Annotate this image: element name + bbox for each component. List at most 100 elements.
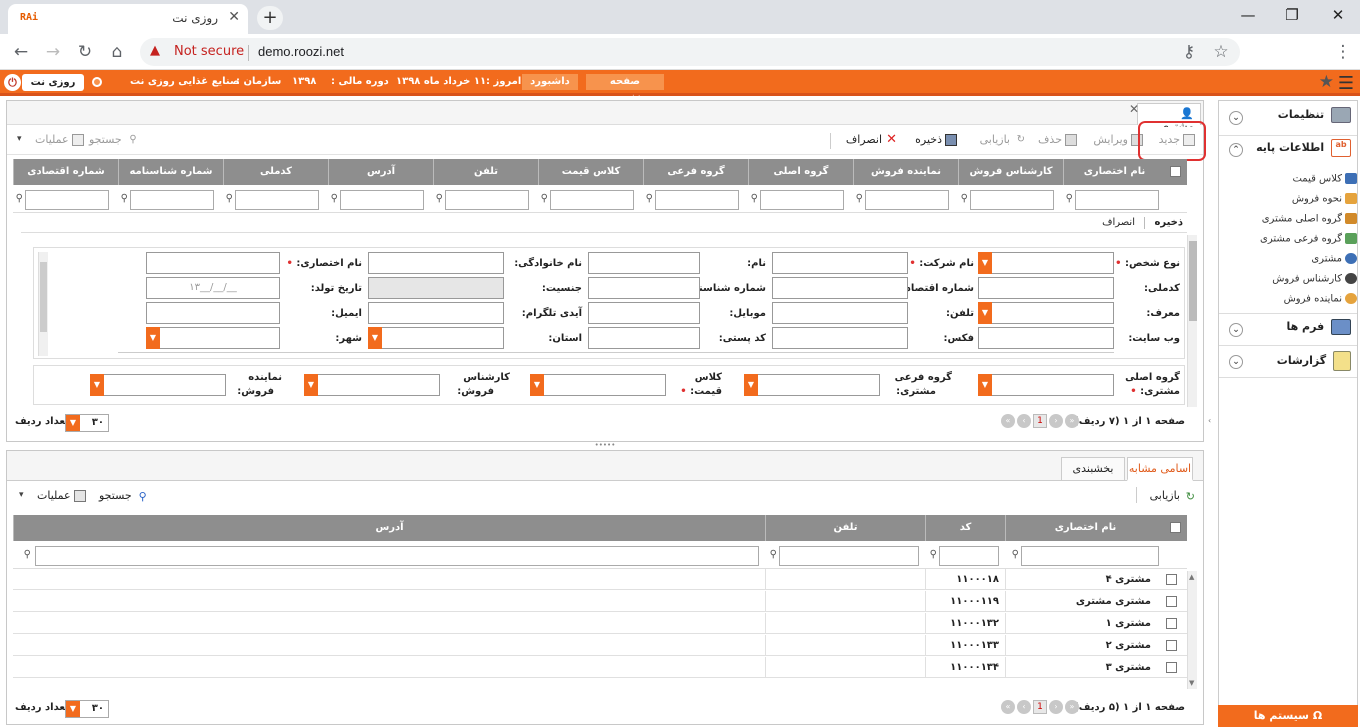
- tab-close-icon[interactable]: ✕: [228, 9, 240, 25]
- chevron-up-icon[interactable]: ⌃: [1229, 143, 1243, 157]
- delete-button[interactable]: حذف: [1038, 133, 1077, 146]
- select-all-checkbox[interactable]: [1170, 522, 1181, 533]
- first-page-icon[interactable]: «: [1065, 414, 1079, 428]
- sidebar-item-sales-rep[interactable]: نماینده فروش: [1237, 293, 1357, 311]
- price-class-select[interactable]: [530, 374, 666, 396]
- sidebar-settings[interactable]: تنظیمات ⌄: [1225, 107, 1351, 131]
- col-code[interactable]: کد: [925, 515, 1005, 541]
- filter-input[interactable]: [779, 546, 919, 566]
- next-page-icon[interactable]: ›: [1017, 414, 1031, 428]
- home-icon[interactable]: ⌂: [106, 41, 128, 63]
- filter-input[interactable]: [445, 190, 529, 210]
- short-name-input[interactable]: [146, 252, 280, 274]
- browser-menu-icon[interactable]: ⋮: [1332, 41, 1354, 63]
- last-name-input[interactable]: [368, 252, 504, 274]
- city-select[interactable]: [146, 327, 280, 349]
- rows-dropdown-icon[interactable]: ▼: [66, 415, 80, 431]
- minimize-icon[interactable]: —: [1238, 6, 1258, 26]
- national-code-input[interactable]: [978, 277, 1114, 299]
- last-page-icon[interactable]: »: [1001, 414, 1015, 428]
- table-row[interactable]: مشتری ۲ ۱۱۰۰۰۱۳۳: [13, 635, 1187, 656]
- id-no-input[interactable]: [588, 277, 700, 299]
- col-phone[interactable]: تلفن: [433, 159, 538, 185]
- filter-input[interactable]: [130, 190, 214, 210]
- cancel-button[interactable]: ✕ انصراف: [846, 133, 897, 146]
- filter-icon[interactable]: ⚲: [541, 193, 548, 204]
- col-sales-expert[interactable]: کارشناس فروش: [958, 159, 1063, 185]
- chevron-down-icon[interactable]: ⌄: [1229, 111, 1243, 125]
- filter-input[interactable]: [865, 190, 949, 210]
- filter-input[interactable]: [25, 190, 109, 210]
- first-name-input[interactable]: [588, 252, 700, 274]
- col-economic-number[interactable]: شماره اقتصادی: [13, 159, 118, 185]
- search-button[interactable]: ⚲ جستجو: [89, 133, 137, 146]
- filter-input[interactable]: [760, 190, 844, 210]
- sub-group-select[interactable]: [744, 374, 880, 396]
- sidebar-collapse-handle[interactable]: ‹: [1208, 416, 1214, 426]
- panel-splitter[interactable]: •••••: [590, 442, 620, 449]
- lower-search-button[interactable]: ⚲ جستجو: [99, 489, 147, 503]
- omnibox[interactable]: ▲ Not secure demo.roozi.net: [140, 38, 1240, 66]
- row-checkbox[interactable]: [1166, 662, 1177, 673]
- chevron-down-icon[interactable]: ⌄: [1229, 323, 1243, 337]
- province-select[interactable]: [368, 327, 504, 349]
- sales-rep-select[interactable]: [90, 374, 226, 396]
- lower-operations-button[interactable]: عملیات: [37, 489, 86, 502]
- refresh-button[interactable]: ↻ بازیابی: [980, 133, 1025, 146]
- sales-expert-dropdown-icon[interactable]: ▼: [304, 374, 318, 396]
- row-checkbox[interactable]: [1166, 640, 1177, 651]
- main-group-dropdown-icon[interactable]: ▼: [978, 374, 992, 396]
- filter-icon[interactable]: ⚲: [1066, 193, 1073, 204]
- url-text[interactable]: demo.roozi.net: [258, 44, 344, 59]
- sidebar-reports[interactable]: گزارشات ⌄: [1225, 351, 1351, 375]
- col-sales-rep[interactable]: نماینده فروش: [853, 159, 958, 185]
- reload-icon[interactable]: ↻: [74, 41, 96, 63]
- first-page-button[interactable]: صفحه نخست: [586, 74, 664, 103]
- filter-input[interactable]: [235, 190, 319, 210]
- sales-expert-select[interactable]: [304, 374, 440, 396]
- last-page-icon[interactable]: »: [1001, 700, 1015, 714]
- sidebar-item-sale-method[interactable]: نحوه فروش: [1237, 193, 1357, 211]
- city-dropdown-icon[interactable]: ▼: [146, 327, 160, 349]
- back-icon[interactable]: ←: [10, 41, 32, 63]
- sidebar-item-customer[interactable]: مشتری: [1237, 253, 1357, 271]
- prev-page-icon[interactable]: ‹: [1049, 700, 1063, 714]
- key-icon[interactable]: ⚷: [1178, 41, 1200, 63]
- birth-date-input[interactable]: ۱۳__/__/__: [146, 277, 280, 299]
- row-checkbox[interactable]: [1166, 574, 1177, 585]
- sales-rep-dropdown-icon[interactable]: ▼: [90, 374, 104, 396]
- website-input[interactable]: [978, 327, 1114, 349]
- col-main-group[interactable]: گروه اصلی: [748, 159, 853, 185]
- filter-input[interactable]: [655, 190, 739, 210]
- rows-dropdown-icon[interactable]: ▼: [66, 701, 80, 717]
- scroll-thumb[interactable]: [1189, 241, 1197, 321]
- form-save-link[interactable]: ذخیره: [1154, 217, 1183, 228]
- roozi-net-button[interactable]: روزی نت: [22, 74, 84, 91]
- sub-group-dropdown-icon[interactable]: ▼: [744, 374, 758, 396]
- table-row[interactable]: مشتری ۳ ۱۱۰۰۰۱۳۴: [13, 657, 1187, 678]
- lower-grid-scrollbar[interactable]: ▲ ▼: [1187, 571, 1197, 689]
- filter-icon[interactable]: ⚲: [770, 549, 777, 560]
- economic-no-input[interactable]: [772, 277, 908, 299]
- operations-button[interactable]: عملیات: [35, 133, 84, 146]
- prev-page-icon[interactable]: ‹: [1049, 414, 1063, 428]
- form-cancel-link[interactable]: انصراف: [1102, 217, 1135, 228]
- filter-input[interactable]: [1021, 546, 1159, 566]
- company-name-input[interactable]: [772, 252, 908, 274]
- filter-icon[interactable]: ⚲: [331, 193, 338, 204]
- hamburger-menu-icon[interactable]: ☰: [1338, 73, 1354, 94]
- checkbox[interactable]: [1166, 618, 1177, 629]
- tab-similar-names[interactable]: اسامی مشابه: [1127, 457, 1193, 481]
- row-checkbox[interactable]: [1166, 618, 1177, 629]
- operations-dropdown-icon[interactable]: ▾: [17, 134, 22, 144]
- browser-tab[interactable]: RAi روزی نت ✕: [8, 4, 248, 34]
- person-type-dropdown-icon[interactable]: ▼: [978, 252, 992, 274]
- select-all-checkbox[interactable]: [1170, 166, 1181, 177]
- checkbox[interactable]: [1170, 522, 1181, 533]
- filter-icon[interactable]: ⚲: [24, 549, 31, 560]
- checkbox[interactable]: [1166, 574, 1177, 585]
- chevron-down-icon[interactable]: ⌄: [1229, 355, 1243, 369]
- favorites-star-icon[interactable]: ★: [1319, 72, 1334, 92]
- gender-select[interactable]: [368, 277, 504, 299]
- scroll-up-icon[interactable]: ▲: [1189, 573, 1194, 581]
